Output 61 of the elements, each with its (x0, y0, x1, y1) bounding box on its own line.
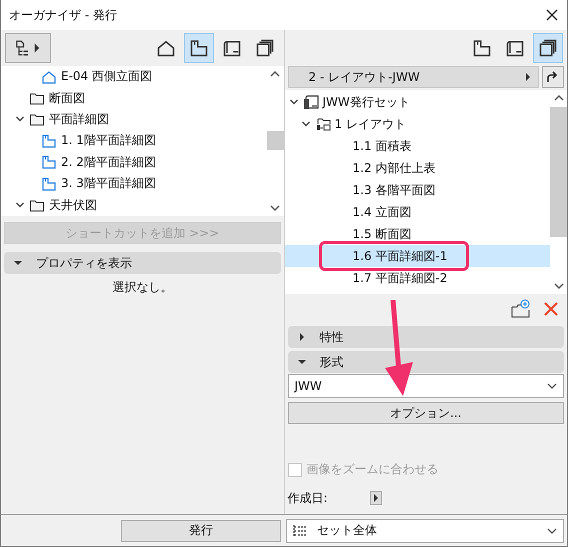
triangle-down-icon (298, 358, 306, 366)
scrollbar-thumb[interactable] (550, 107, 567, 237)
sheet-icon (505, 38, 525, 58)
plan-icon (472, 38, 492, 58)
tree-item[interactable]: 2. 2階平面詳細図 (1, 152, 266, 173)
triangle-right-icon (524, 73, 532, 81)
house-icon (41, 68, 57, 85)
chevron-down-icon[interactable] (288, 97, 298, 107)
new-folder-icon[interactable] (511, 299, 531, 319)
house-icon (156, 38, 176, 58)
layout-folder-icon (314, 116, 330, 132)
tree-item[interactable]: JWW発行セット (284, 91, 550, 113)
created-date-label: 作成日: (288, 490, 328, 506)
expand-button[interactable] (370, 491, 382, 505)
plan-icon (188, 38, 208, 58)
tree-item[interactable]: 1 レイアウト (284, 113, 550, 135)
layout-selector[interactable]: 2 - レイアウト-JWW (288, 66, 539, 88)
plan-icon (41, 154, 57, 170)
tree-item[interactable]: 1.5 断面図 (284, 223, 550, 245)
curved-arrow-icon (546, 70, 560, 84)
triangle-down-icon (14, 259, 22, 267)
plan-icon (41, 132, 57, 149)
publish-button[interactable]: 発行 (121, 520, 281, 542)
navigator-tab[interactable] (184, 33, 214, 63)
scroll-up-icon[interactable] (270, 70, 280, 78)
tree-item[interactable]: 1.7 平面詳細図-2 (284, 267, 550, 289)
tree-item[interactable]: 断面図 (1, 87, 266, 109)
options-button[interactable]: オプション... (288, 402, 564, 424)
tree-item[interactable]: 1. 1階平面詳細図 (1, 130, 266, 152)
chevron-down-icon[interactable] (300, 119, 310, 129)
tree-item[interactable]: E-04 西側立面図 (1, 66, 266, 88)
scope-dropdown[interactable]: セット全体 (286, 518, 564, 542)
chevron-down-icon (547, 382, 557, 390)
tree-menu-button[interactable] (5, 33, 51, 63)
sheet-set-icon (302, 94, 318, 110)
tree-item[interactable]: 平面詳細図 (1, 108, 266, 130)
empty-message: 選択なし。 (112, 279, 172, 296)
triangle-right-icon (372, 494, 380, 502)
scrollbar-thumb[interactable] (266, 130, 284, 150)
close-icon[interactable] (545, 8, 559, 22)
delete-icon[interactable] (543, 301, 559, 317)
scroll-down-icon[interactable] (554, 282, 564, 290)
tree-item[interactable]: 1.4 立面図 (284, 201, 550, 223)
tree-item[interactable]: 1.3 各階平面図 (284, 179, 550, 201)
plan-icon (41, 176, 57, 192)
window-title: オーガナイザ - 発行 (9, 6, 118, 24)
go-up-button[interactable] (542, 66, 564, 88)
chevron-down-icon (547, 526, 557, 534)
sheet-icon (222, 38, 242, 58)
triangle-right-icon (298, 333, 306, 341)
format-dropdown[interactable]: JWW (288, 374, 564, 398)
tree-item[interactable]: 1.2 内部仕上表 (284, 157, 550, 179)
stacked-sheets-icon (538, 38, 558, 58)
tree-item[interactable]: 3. 3階平面詳細図 (1, 172, 266, 194)
list-icon (293, 524, 307, 538)
tree-item[interactable]: 天井伏図 (1, 194, 266, 216)
navigator-tab[interactable] (533, 33, 563, 63)
stacked-sheets-icon (254, 38, 274, 58)
scroll-down-icon[interactable] (270, 204, 280, 212)
tree-item[interactable]: 1.1 面積表 (284, 135, 550, 157)
scroll-up-icon[interactable] (554, 94, 564, 102)
